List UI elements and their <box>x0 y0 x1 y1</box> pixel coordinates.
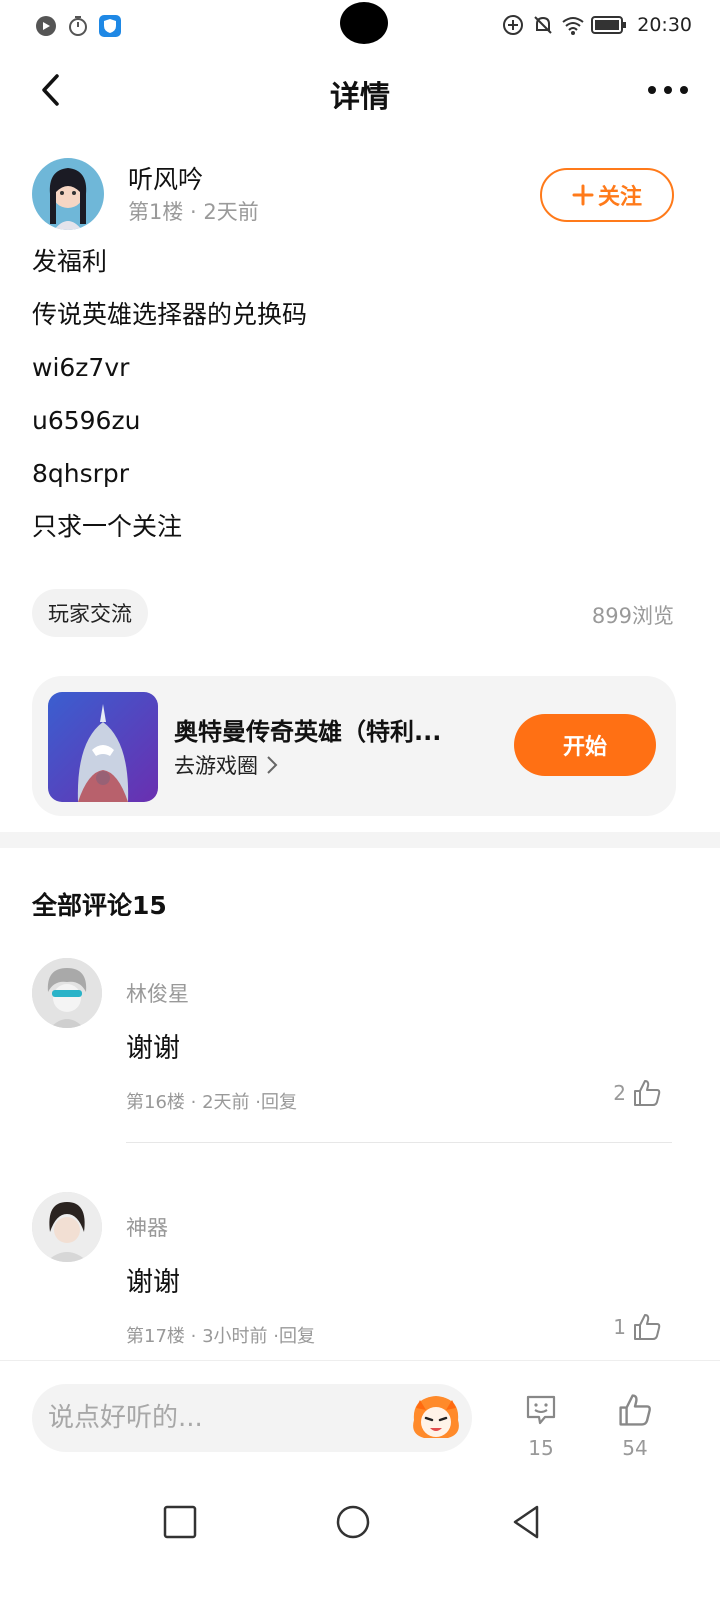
like-count: 54 <box>622 1436 648 1460</box>
top-app-bar: 详情 <box>0 56 720 128</box>
comment-input[interactable] <box>48 1396 388 1440</box>
triangle-back-icon <box>513 1505 539 1539</box>
battery-icon <box>591 13 627 37</box>
add-circle-icon <box>501 13 525 37</box>
comment-item: 林俊星 谢谢 第16楼 · 2天前 ·回复 2 <box>32 958 688 1144</box>
comments-title: 全部评论15 <box>32 891 167 920</box>
start-game-button[interactable]: 开始 <box>514 714 656 776</box>
chevron-right-icon <box>267 756 278 774</box>
post-content: 发福利 传说英雄选择器的兑换码 wi6z7vr u6596zu 8qhsrpr … <box>32 242 688 560</box>
follow-label: 关注 <box>597 185 642 210</box>
post-line: 只求一个关注 <box>32 512 183 541</box>
status-right-icons: 20:30 <box>501 13 692 37</box>
comment-count: 15 <box>528 1436 554 1460</box>
thumbs-up-icon <box>634 1080 661 1106</box>
comment-text: 谢谢 <box>126 1267 180 1298</box>
comment-like-button[interactable]: 2 <box>613 1078 662 1108</box>
post-line: 发福利 <box>32 247 108 276</box>
mascot-emoji-icon[interactable] <box>408 1390 464 1446</box>
system-nav-bar <box>0 1480 720 1570</box>
commenter-name[interactable]: 神器 <box>126 1212 168 1242</box>
view-count: 899浏览 <box>591 604 674 628</box>
topic-tag[interactable]: 玩家交流 <box>32 589 148 637</box>
commenter-avatar[interactable] <box>32 1192 102 1262</box>
shield-app-icon <box>98 14 122 38</box>
game-name: 奥特曼传奇英雄（特利... <box>174 718 442 746</box>
section-divider <box>0 832 720 848</box>
thumbs-up-icon <box>634 1314 661 1340</box>
thumbs-up-icon <box>619 1394 651 1426</box>
like-action[interactable]: 54 <box>605 1392 665 1460</box>
nav-back-button[interactable] <box>506 1502 546 1542</box>
commenter-name[interactable]: 林俊星 <box>126 978 189 1008</box>
more-options-button[interactable] <box>644 74 692 106</box>
comments-action[interactable]: 15 <box>511 1392 571 1460</box>
status-bar: 20:30 <box>0 0 720 54</box>
circle-icon <box>336 1505 370 1539</box>
wifi-icon <box>561 13 585 37</box>
author-avatar[interactable] <box>32 158 104 230</box>
camera-cutout <box>340 2 388 44</box>
bell-muted-icon <box>531 13 555 37</box>
recent-apps-button[interactable] <box>160 1502 200 1542</box>
comment-bubble-icon <box>526 1395 556 1425</box>
comment-text: 谢谢 <box>126 1033 180 1064</box>
comment-item: 神器 谢谢 第17楼 · 3小时前 ·回复 1 <box>32 1192 688 1352</box>
post-line: 传说英雄选择器的兑换码 <box>32 300 308 329</box>
bottom-bar-divider <box>0 1360 720 1361</box>
comment-separator <box>126 1142 672 1143</box>
post-line: u6596zu <box>32 406 141 435</box>
author-name[interactable]: 听风吟 <box>128 160 203 196</box>
game-circle-link[interactable]: 去游戏圈 <box>174 750 278 780</box>
clock-time: 20:30 <box>637 14 692 36</box>
post-line: 8qhsrpr <box>32 459 130 488</box>
page-title: 详情 <box>330 80 390 115</box>
more-dots-icon <box>648 86 688 94</box>
comment-meta[interactable]: 第17楼 · 3小时前 ·回复 <box>126 1322 315 1348</box>
post-author: 听风吟 第1楼 · 2天前 关注 <box>32 158 688 232</box>
comment-meta[interactable]: 第16楼 · 2天前 ·回复 <box>126 1088 297 1114</box>
comment-like-count: 1 <box>613 1315 626 1339</box>
comment-like-count: 2 <box>613 1081 626 1105</box>
status-left-icons <box>34 14 122 38</box>
timer-icon <box>66 14 90 38</box>
square-icon <box>163 1505 197 1539</box>
post-meta: 第1楼 · 2天前 <box>128 200 259 224</box>
game-icon <box>48 692 158 802</box>
plus-icon <box>572 184 594 206</box>
follow-button[interactable]: 关注 <box>540 168 674 222</box>
commenter-avatar[interactable] <box>32 958 102 1028</box>
post-line: wi6z7vr <box>32 353 130 382</box>
comment-like-button[interactable]: 1 <box>613 1312 662 1342</box>
game-card[interactable]: 奥特曼传奇英雄（特利... 去游戏圈 开始 <box>32 676 676 816</box>
chat-bubble-icon <box>34 14 58 38</box>
game-circle-label: 去游戏圈 <box>174 754 258 778</box>
home-button[interactable] <box>333 1502 373 1542</box>
comment-input-box[interactable] <box>32 1384 472 1452</box>
